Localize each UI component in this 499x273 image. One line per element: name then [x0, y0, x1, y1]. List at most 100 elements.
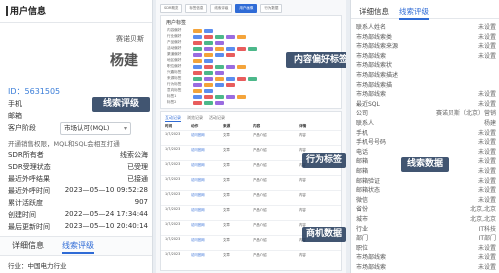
lead-field-value[interactable]: 未设置: [478, 41, 496, 50]
tag-pill[interactable]: [215, 94, 224, 99]
tag-pill[interactable]: [226, 34, 235, 39]
lead-field-value[interactable]: 未设置: [478, 99, 496, 108]
tag-pill[interactable]: [237, 94, 246, 99]
tab-tag-info[interactable]: 标签信息: [185, 4, 208, 13]
lead-field-value[interactable]: 未设置: [478, 32, 496, 41]
lead-field-value[interactable]: 未设置: [478, 243, 496, 252]
tag-pill[interactable]: [248, 46, 257, 51]
table-tab-interactions[interactable]: 互动记录: [165, 115, 181, 122]
tab-user-portrait[interactable]: 用户画像: [235, 4, 258, 13]
tag-pill[interactable]: [193, 28, 202, 33]
tag-pill[interactable]: [237, 76, 246, 81]
table-cell: 文章: [223, 133, 230, 137]
tag-pill[interactable]: [237, 46, 246, 51]
tag-pill[interactable]: [204, 88, 213, 93]
tag-pill[interactable]: [204, 70, 213, 75]
lead-field-value[interactable]: 未设置: [478, 22, 496, 31]
table-cell[interactable]: 访问官网: [191, 252, 205, 257]
tag-pill[interactable]: [193, 82, 202, 87]
tag-row-label: 意向标签: [167, 88, 182, 92]
lead-field-value[interactable]: 未设置: [478, 156, 496, 165]
lead-field-value[interactable]: 未设置: [478, 166, 496, 175]
lead-field-value[interactable]: 未设置: [478, 147, 496, 156]
table-cell[interactable]: 访问官网: [191, 162, 205, 167]
lead-field-value[interactable]: 未设置: [478, 51, 496, 60]
lead-field-value[interactable]: 北京,北京: [470, 204, 496, 213]
tab-detail-info[interactable]: 详细信息: [12, 240, 44, 251]
lead-field-row: 邮箱验证 未设置: [356, 176, 496, 185]
lead-field-value[interactable]: 未设置: [478, 252, 496, 261]
tag-pill[interactable]: [193, 94, 202, 99]
tag-pill[interactable]: [204, 76, 213, 81]
tab-lead-rating[interactable]: 线索评级: [62, 240, 94, 254]
tab-behavior-data[interactable]: 行为数据: [260, 4, 283, 13]
tag-pill[interactable]: [204, 58, 213, 63]
tag-pill[interactable]: [226, 94, 235, 99]
table-cell[interactable]: 访问官网: [191, 222, 205, 227]
tag-pill[interactable]: [215, 34, 224, 39]
tag-pill[interactable]: [193, 52, 202, 57]
tag-pill[interactable]: [215, 40, 224, 45]
table-tab-events[interactable]: 活动记录: [209, 115, 225, 122]
lead-field-value[interactable]: 未设置: [478, 137, 496, 146]
table-cell: 内容: [299, 253, 306, 257]
tag-pill[interactable]: [204, 100, 213, 105]
tag-pill[interactable]: [193, 34, 202, 39]
tag-pill[interactable]: [204, 82, 213, 87]
tag-pill[interactable]: [193, 40, 202, 45]
tag-pill[interactable]: [248, 76, 257, 81]
tag-pill[interactable]: [215, 76, 224, 81]
tag-pill[interactable]: [193, 100, 202, 105]
tag-pill[interactable]: [226, 52, 235, 57]
lead-field-value[interactable]: 未设置: [478, 195, 496, 204]
tag-pill[interactable]: [215, 52, 224, 57]
lead-field-value[interactable]: 未设置: [478, 128, 496, 137]
tab-sdr-overview[interactable]: SDR概览: [160, 4, 183, 13]
tag-pill[interactable]: [215, 64, 224, 69]
table-tab-browsing[interactable]: 浏览记录: [187, 115, 203, 122]
lead-field-value[interactable]: 杨建: [484, 118, 496, 127]
tag-pill[interactable]: [226, 46, 235, 51]
tag-pill[interactable]: [204, 52, 213, 57]
table-cell[interactable]: 访问官网: [191, 177, 205, 182]
permission-note: 开通销售权限，MQL和SQL会相互打通: [8, 140, 120, 148]
table-cell[interactable]: 访问官网: [191, 132, 205, 137]
lead-field-value[interactable]: IT科技: [479, 224, 496, 233]
table-cell[interactable]: 访问官网: [191, 192, 205, 197]
table-cell[interactable]: 访问官网: [191, 207, 205, 212]
tag-pill[interactable]: [204, 34, 213, 39]
tag-pill[interactable]: [237, 64, 246, 69]
lead-field-value[interactable]: 未设置: [478, 89, 496, 98]
lead-field-value[interactable]: 未设置: [478, 176, 496, 185]
tag-pill[interactable]: [237, 34, 246, 39]
tag-pill[interactable]: [204, 94, 213, 99]
tag-pill[interactable]: [215, 46, 224, 51]
tag-pill[interactable]: [193, 58, 202, 63]
table-cell[interactable]: 访问官网: [191, 237, 205, 242]
tab-detail-info-right[interactable]: 详细信息: [359, 6, 389, 17]
customer-stage-select[interactable]: 市场认可(MQL) ▾: [60, 122, 131, 135]
tab-lead-rating-mid[interactable]: 线索评级: [210, 4, 233, 13]
tag-pill[interactable]: [193, 76, 202, 81]
tag-pill[interactable]: [226, 64, 235, 69]
tag-pill[interactable]: [204, 64, 213, 69]
tag-pill[interactable]: [193, 64, 202, 69]
lead-field-value[interactable]: 赛诺贝斯（北京）营销: [436, 108, 496, 117]
tag-pill[interactable]: [193, 88, 202, 93]
lead-field-value[interactable]: 未设置: [478, 262, 496, 271]
tag-pill[interactable]: [215, 82, 224, 87]
tag-pill[interactable]: [204, 46, 213, 51]
lead-field-value[interactable]: IT部门: [479, 233, 496, 242]
tag-pill[interactable]: [215, 100, 224, 105]
lead-field-value[interactable]: 未设置: [478, 185, 496, 194]
tag-pill[interactable]: [193, 70, 202, 75]
tab-lead-rating-right[interactable]: 线索评级: [399, 6, 429, 20]
lead-field-value[interactable]: 北京,北京: [470, 214, 496, 223]
tag-pill[interactable]: [226, 82, 235, 87]
tag-pill[interactable]: [226, 76, 235, 81]
tag-pill[interactable]: [215, 70, 224, 75]
table-cell[interactable]: 访问官网: [191, 147, 205, 152]
tag-pill[interactable]: [204, 40, 213, 45]
tag-pill[interactable]: [193, 46, 202, 51]
tag-pill[interactable]: [204, 28, 213, 33]
